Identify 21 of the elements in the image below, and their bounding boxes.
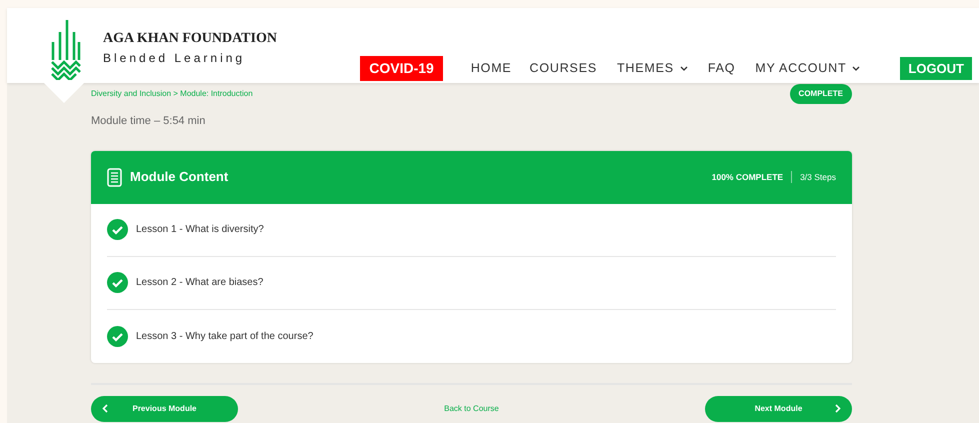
- lesson-link[interactable]: Lesson 3 - Why take part of the course?: [136, 328, 314, 344]
- card-title: Module Content: [130, 168, 228, 186]
- covid-button[interactable]: COVID-19: [360, 56, 443, 81]
- nav-link[interactable]: COURSES: [530, 59, 597, 78]
- nav-link[interactable]: THEMES: [616, 59, 688, 78]
- status-badge: COMPLETE: [790, 84, 852, 104]
- lesson-link[interactable]: Lesson 2 - What are biases?: [136, 275, 264, 290]
- breadcrumb: Diversity and Inclusion > Module: Introduction: [91, 88, 253, 100]
- module-time: Module time – 5:54 min: [91, 114, 206, 129]
- nav-link[interactable]: FAQ: [708, 59, 736, 78]
- nav-link[interactable]: HOME: [470, 59, 512, 78]
- chevron-right-icon: [834, 404, 841, 413]
- logo-icon: [49, 20, 81, 80]
- lesson-link[interactable]: Lesson 1 - What is diversity?: [136, 222, 264, 237]
- brand-title: AGA KHAN FOUNDATION: [103, 30, 277, 48]
- brand-subtitle: Blended Learning: [103, 50, 246, 67]
- steps-count: 3/3 Steps: [800, 170, 836, 184]
- progress-text: 100% COMPLETE: [712, 170, 784, 184]
- nav-link[interactable]: MY ACCOUNT: [755, 59, 860, 78]
- document-icon: [107, 168, 122, 186]
- chevron-left-icon: [102, 404, 108, 413]
